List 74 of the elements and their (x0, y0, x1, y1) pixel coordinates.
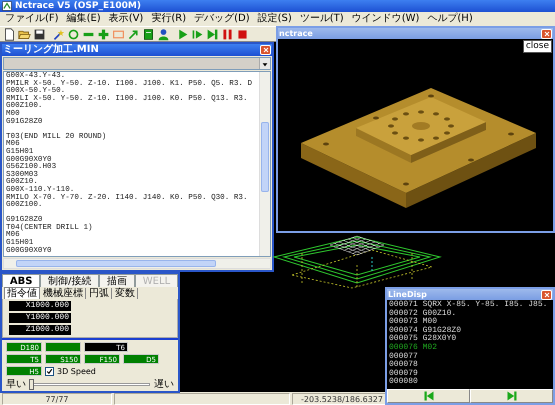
line-entry[interactable]: 000073 M00 (389, 318, 438, 327)
window-title: ミーリング加工.MIN (3, 44, 99, 56)
scrollbar-thumb[interactable] (16, 260, 216, 267)
check-icon (46, 368, 53, 374)
line-entry[interactable]: 000079 (389, 370, 418, 378)
menu-item[interactable]: デバッグ(D) (190, 12, 254, 26)
person-icon (156, 28, 170, 40)
document-icon (142, 28, 154, 40)
tab[interactable]: 制御/接続 (40, 274, 100, 287)
line-entry[interactable]: 000075 G28X0Y0 (389, 335, 456, 344)
coordinate-readout: Z1000.000 (9, 325, 71, 335)
menu-item[interactable]: 表示(V) (104, 12, 148, 26)
tab[interactable]: 描画 (99, 274, 135, 287)
line-entry[interactable]: 000071 SQRX X-85. Y-85. I85. J85. (389, 301, 548, 310)
play-to-end-icon (206, 28, 218, 40)
menu-item[interactable]: ツール(T) (296, 12, 348, 26)
skip-to-start-icon (422, 390, 434, 402)
last-line-button[interactable] (470, 389, 553, 403)
line-entry[interactable]: 000074 G91G28Z0 (389, 326, 462, 336)
close-icon (542, 30, 550, 38)
slider-label: 遅い (154, 378, 174, 390)
toolbar-button[interactable] (141, 27, 155, 41)
line-entry[interactable]: 000072 G00Z10. (389, 310, 456, 318)
menu-item[interactable]: ファイル(F) (1, 12, 63, 26)
checkbox[interactable] (45, 366, 54, 376)
window-title: LineDisp (388, 289, 427, 300)
tab[interactable]: 変数 (113, 288, 138, 298)
coordinate-readout: Y1000.000 (9, 313, 71, 323)
toolbar-button[interactable] (156, 27, 170, 41)
pause-icon (220, 28, 234, 40)
circle-icon (66, 28, 80, 40)
line-entry[interactable]: 000076 M02 (389, 344, 438, 353)
toolbar-button[interactable] (2, 27, 16, 41)
window-title: nctrace (279, 28, 313, 39)
menu-item[interactable]: 編集(E) (62, 12, 105, 26)
close-icon (262, 46, 270, 54)
toolbar-button[interactable] (32, 27, 46, 41)
first-line-button[interactable] (387, 389, 470, 403)
tab[interactable]: 指令値 (4, 287, 40, 299)
step-icon (190, 28, 204, 40)
tab[interactable]: 円弧 (87, 288, 112, 298)
line-entry[interactable]: 000077 (389, 352, 418, 362)
arrow-icon (126, 28, 140, 40)
wand-icon (52, 28, 64, 40)
stop-icon (236, 28, 248, 40)
close-button[interactable] (260, 45, 271, 55)
combo-box[interactable] (3, 57, 271, 70)
rectangle-icon (112, 28, 124, 40)
menu-item[interactable]: 設定(S) (254, 12, 296, 26)
vertical-scrollbar[interactable] (259, 72, 270, 256)
line-entry[interactable]: 000080 (389, 378, 418, 387)
plus-icon (96, 28, 110, 40)
horizontal-scrollbar[interactable] (3, 258, 271, 269)
window-title: Nctrace V5 (OSP_E100M) (15, 0, 141, 12)
tooltip: close (522, 40, 552, 53)
checkbox-label: 3D Speed (57, 366, 96, 376)
menu-item[interactable]: 実行(R) (147, 12, 190, 26)
close-button[interactable] (541, 290, 552, 300)
line-entry[interactable]: 000078 (389, 361, 418, 370)
status-text: 77/77 (2, 393, 112, 405)
tab[interactable]: ABS (2, 274, 40, 287)
close-button[interactable] (541, 28, 552, 38)
menu-item[interactable]: ヘルプ(H) (423, 12, 477, 26)
app-icon (2, 1, 12, 11)
slider-thumb[interactable] (29, 378, 34, 390)
skip-to-end-icon (506, 390, 518, 402)
scrollbar-thumb[interactable] (261, 122, 269, 192)
save-icon (32, 28, 46, 40)
close-icon (542, 290, 550, 298)
slider-label: 早い (6, 378, 26, 390)
toolbar-button[interactable] (51, 27, 65, 41)
coordinate-readout: X1000.000 (9, 301, 71, 311)
menu-item[interactable]: ウインドウ(W) (348, 12, 424, 26)
tab[interactable]: 機械座標 (41, 288, 86, 298)
